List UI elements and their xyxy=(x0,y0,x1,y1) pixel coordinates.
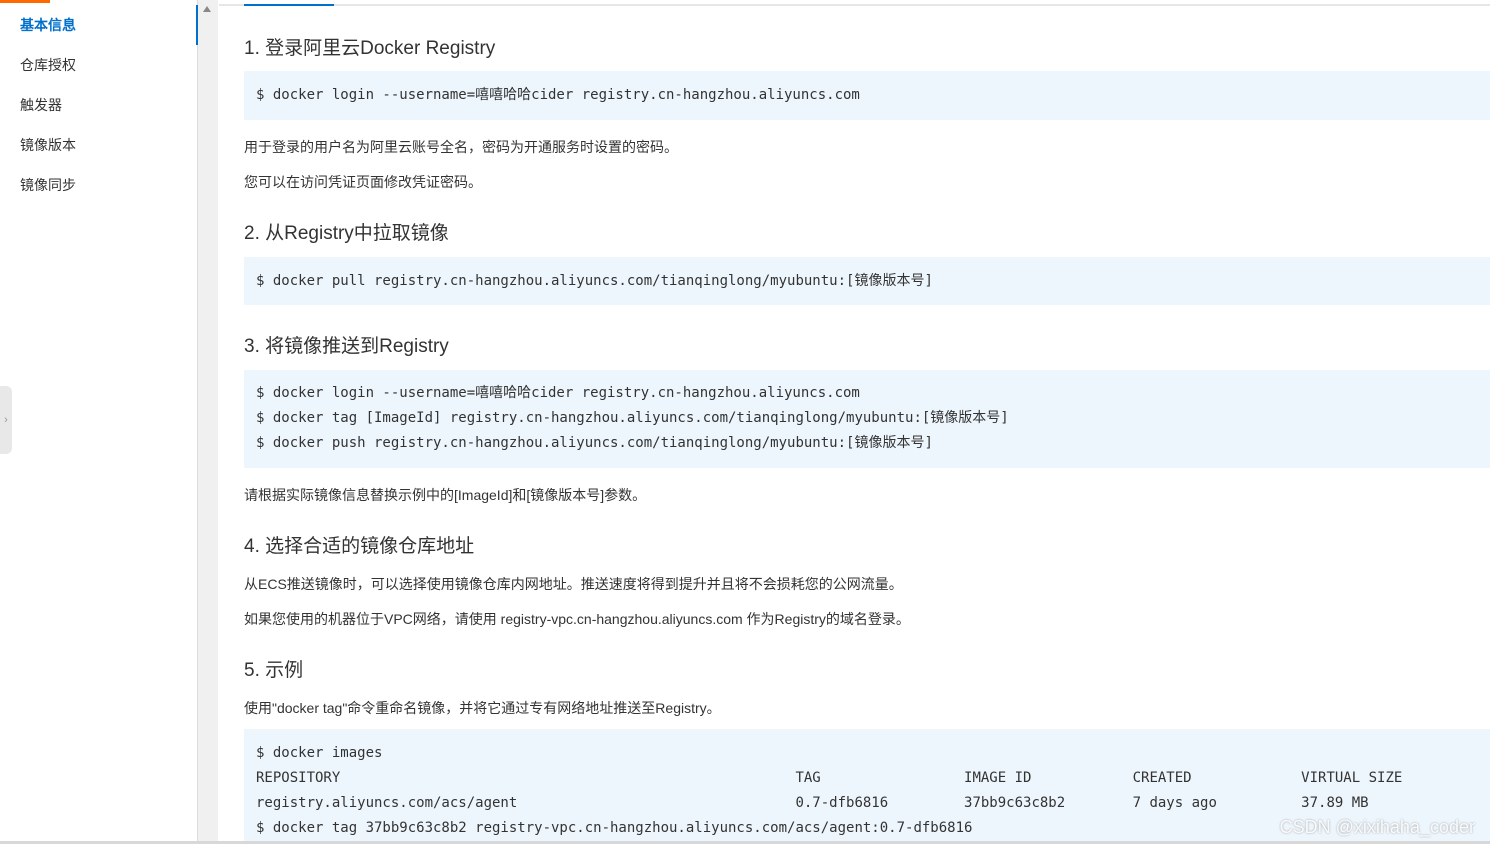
sidebar-collapse-handle[interactable]: › xyxy=(0,386,12,454)
ecs-push-note: 从ECS推送镜像时，可以选择使用镜像仓库内网地址。推送速度将得到提升并且将不会损… xyxy=(244,576,903,592)
code-line: REPOSITORY TAG IMAGE ID CREATED VIRTUAL … xyxy=(256,770,1403,786)
brand-accent-bar xyxy=(0,0,50,3)
section-5-title: 5. 示例 xyxy=(244,660,304,681)
watermark: CSDN @xixihaha_coder xyxy=(1279,817,1475,837)
scrollbar-track[interactable] xyxy=(198,0,218,844)
section-3-title: 3. 将镜像推送到Registry xyxy=(244,336,449,357)
scroll-up-arrow-icon[interactable] xyxy=(203,6,211,12)
sidebar-nav: 基本信息 仓库授权 触发器 镜像版本 镜像同步 xyxy=(0,0,198,844)
sidebar-item-image-sync[interactable]: 镜像同步 xyxy=(0,165,197,205)
vpc-note: 如果您使用的机器位于VPC网络，请使用 registry-vpc.cn-hang… xyxy=(244,611,910,627)
section-4-title: 4. 选择合适的镜像仓库地址 xyxy=(244,536,475,557)
code-line: $ docker tag [ImageId] registry.cn-hangz… xyxy=(256,410,1009,426)
replace-params-note: 请根据实际镜像信息替换示例中的[ImageId]和[镜像版本号]参数。 xyxy=(244,487,647,503)
sidebar-item-image-versions[interactable]: 镜像版本 xyxy=(0,125,197,165)
section-2-title: 2. 从Registry中拉取镜像 xyxy=(244,223,449,244)
sidebar-item-trigger[interactable]: 触发器 xyxy=(0,85,197,125)
code-block-login: $ docker login --username=嘻嘻哈哈cider regi… xyxy=(244,71,1490,120)
code-line: $ docker pull registry.cn-hangzhou.aliyu… xyxy=(256,273,933,289)
code-block-pull: $ docker pull registry.cn-hangzhou.aliyu… xyxy=(244,257,1490,305)
code-line: $ docker push registry.cn-hangzhou.aliyu… xyxy=(256,435,933,451)
credential-note: 您可以在访问凭证页面修改凭证密码。 xyxy=(244,174,482,190)
code-line: $ docker login --username=嘻嘻哈哈cider regi… xyxy=(256,385,860,401)
sidebar-item-repo-auth[interactable]: 仓库授权 xyxy=(0,45,197,85)
code-line: $ docker login --username=嘻嘻哈哈cider regi… xyxy=(256,87,860,103)
tab-bar-divider xyxy=(219,4,1490,6)
code-block-push: $ docker login --username=嘻嘻哈哈cider regi… xyxy=(244,370,1490,468)
login-note: 用于登录的用户名为阿里云账号全名，密码为开通服务时设置的密码。 xyxy=(244,139,678,155)
active-tab-indicator xyxy=(244,4,334,6)
code-line: $ docker images xyxy=(256,745,383,761)
sidebar-item-basic-info[interactable]: 基本信息 xyxy=(0,5,198,45)
main-content: 1. 登录阿里云Docker Registry $ docker login -… xyxy=(219,0,1490,844)
section-1-title: 1. 登录阿里云Docker Registry xyxy=(244,38,496,59)
example-note: 使用"docker tag"命令重命名镜像，并将它通过专有网络地址推送至Regi… xyxy=(244,700,721,716)
chevron-right-icon: › xyxy=(4,414,8,426)
code-line: registry.aliyuncs.com/acs/agent 0.7-dfb6… xyxy=(256,795,1369,811)
